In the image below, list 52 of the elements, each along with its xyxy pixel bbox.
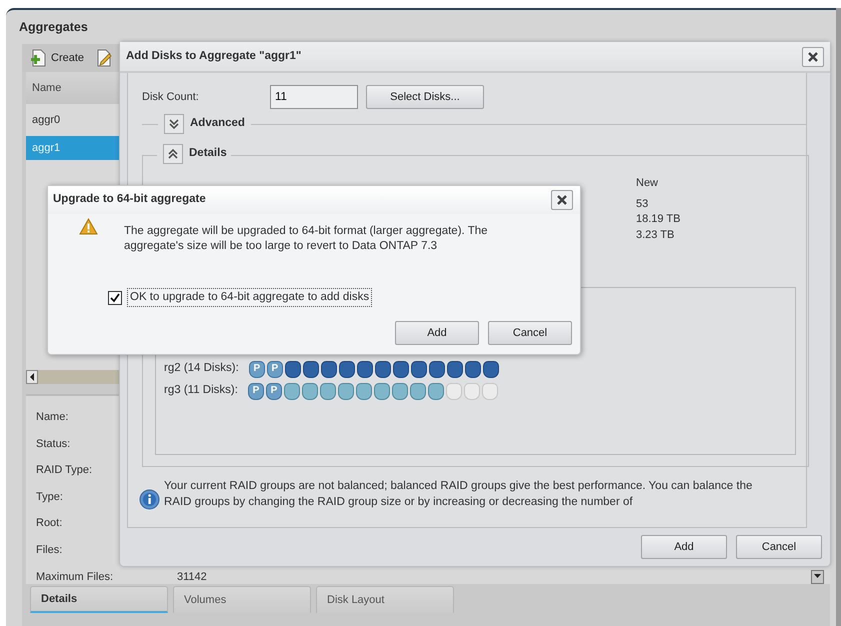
expand-toggle[interactable] bbox=[163, 144, 183, 164]
field-label: Disk Count: bbox=[142, 90, 200, 105]
edit-icon[interactable] bbox=[96, 49, 112, 67]
field-label: Name: bbox=[36, 410, 68, 426]
window-title: Aggregates bbox=[18, 19, 89, 36]
warning-icon bbox=[79, 218, 98, 235]
tab[interactable]: Disk Layout bbox=[316, 586, 454, 613]
field-label: Status: bbox=[36, 436, 70, 452]
column-header: New bbox=[636, 176, 660, 191]
scroll-left-icon[interactable] bbox=[29, 373, 35, 381]
scroll-down-icon[interactable] bbox=[814, 574, 821, 580]
field-label: Type: bbox=[36, 490, 63, 505]
field-label: Files: bbox=[36, 543, 62, 558]
dialog-title: Upgrade to 64-bit aggregate bbox=[53, 192, 206, 208]
checkbox[interactable] bbox=[108, 290, 122, 305]
disk-count-field[interactable]: 11 bbox=[270, 85, 358, 109]
close-button[interactable] bbox=[802, 46, 824, 66]
expand-toggle[interactable] bbox=[164, 114, 184, 134]
section-label: Advanced bbox=[190, 116, 245, 132]
close-icon[interactable] bbox=[807, 50, 819, 62]
tab[interactable]: Details bbox=[30, 586, 168, 613]
add-button[interactable]: Add bbox=[641, 535, 727, 559]
field-label: Maximum Files: bbox=[36, 570, 114, 585]
create-button[interactable]: Create bbox=[28, 49, 86, 67]
scroll-down-button[interactable] bbox=[811, 570, 824, 584]
raid-group-label: rg2 (14 Disks): bbox=[164, 361, 239, 376]
value-text: 3.23 TB bbox=[636, 228, 676, 242]
cancel-button[interactable]: Cancel bbox=[488, 321, 572, 346]
dialog-title: Add Disks to Aggregate "aggr1" bbox=[126, 48, 302, 64]
tab[interactable]: Volumes bbox=[173, 586, 311, 613]
close-icon[interactable] bbox=[556, 194, 568, 206]
field-value: 31142 bbox=[177, 570, 207, 585]
add-document-icon[interactable] bbox=[30, 49, 48, 67]
chevron-up-icon[interactable] bbox=[167, 148, 179, 160]
select-disks-button[interactable]: Select Disks... bbox=[366, 85, 484, 109]
horizontal-scrollbar[interactable] bbox=[26, 370, 121, 384]
section-label: Details bbox=[189, 146, 227, 162]
checkbox-label[interactable]: OK to upgrade to 64-bit aggregate to add disks bbox=[127, 288, 372, 308]
value-text: 53 bbox=[636, 196, 650, 212]
add-button[interactable]: Add bbox=[395, 321, 479, 346]
info-icon bbox=[139, 489, 160, 510]
list-row[interactable]: aggr0 bbox=[26, 108, 121, 132]
column-header[interactable]: Name bbox=[26, 72, 121, 104]
chevron-down-icon[interactable] bbox=[168, 118, 180, 130]
warning-message: The aggregate will be upgraded to 64-bit format (larger aggregate). The aggregate's size will be too large to revert to Data ONTAP 7.3 bbox=[124, 224, 489, 254]
close-button[interactable] bbox=[551, 190, 573, 210]
field-label: RAID Type: bbox=[36, 463, 92, 478]
cancel-button[interactable]: Cancel bbox=[736, 535, 822, 559]
value-text: 18.19 TB bbox=[636, 212, 682, 227]
raid-group-label: rg3 (11 Disks): bbox=[164, 383, 238, 398]
field-label: Root: bbox=[36, 516, 62, 532]
info-message: Your current RAID groups are not balanced; balanced RAID groups give the best performance. You can balance the RAID groups by changing the RAID group size or by increasing or decreasing the number of bbox=[164, 479, 754, 510]
